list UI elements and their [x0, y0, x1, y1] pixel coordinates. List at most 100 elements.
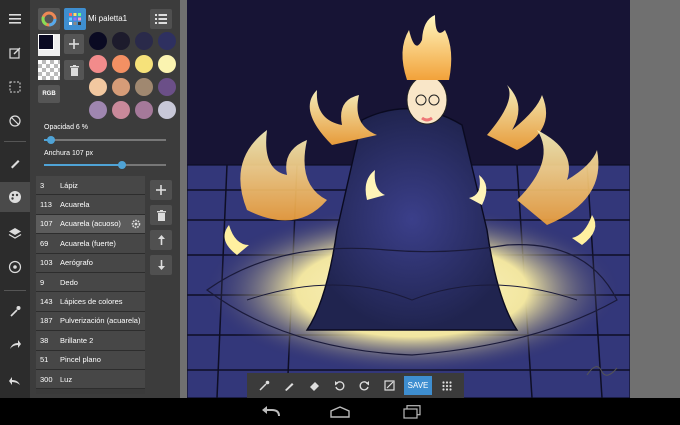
brush-item[interactable]: 51 Pincel plano — [36, 350, 145, 370]
color-swatch[interactable] — [89, 101, 107, 119]
redo-icon[interactable] — [352, 373, 377, 398]
brush-name: Pincel plano — [60, 355, 101, 365]
add-color-button[interactable] — [64, 34, 84, 54]
brush-number: 69 — [40, 238, 49, 248]
brush-item[interactable]: 9 Dedo — [36, 272, 145, 293]
color-swatch[interactable] — [89, 78, 107, 96]
delete-color-button[interactable] — [64, 60, 84, 80]
select-icon[interactable] — [0, 72, 30, 102]
divider — [4, 141, 26, 142]
color-swatch[interactable] — [89, 55, 107, 73]
color-swatch[interactable] — [112, 101, 130, 119]
bottom-toolbar: SAVE — [247, 373, 464, 398]
rgb-button[interactable]: RGB — [38, 85, 60, 103]
brush-item[interactable]: 143 Lápices de colores — [36, 292, 145, 312]
opacity-slider-knob[interactable] — [47, 136, 56, 144]
brush-item[interactable]: 69 Acuarela (fuerte) — [36, 234, 145, 254]
color-swatch[interactable] — [112, 32, 130, 50]
color-swatch[interactable] — [112, 78, 130, 96]
palette-icon[interactable] — [0, 182, 30, 212]
brush-item[interactable]: 107 Acuarela (acuoso) — [36, 214, 145, 235]
brush-item[interactable]: 300 Luz — [36, 369, 145, 390]
grid-menu-icon[interactable] — [434, 373, 459, 398]
palette-grid-icon[interactable] — [64, 8, 86, 30]
brush-number: 187 — [40, 316, 53, 326]
opacity-slider[interactable] — [44, 136, 166, 144]
color-wheel-icon[interactable] — [38, 8, 60, 30]
brush-item[interactable]: 38 Brillante 2 — [36, 331, 145, 351]
artwork-illustration — [187, 0, 630, 398]
divider — [4, 290, 26, 291]
layers-icon[interactable] — [0, 218, 30, 248]
color-swatch[interactable] — [158, 101, 176, 119]
share-icon[interactable] — [0, 330, 30, 360]
move-up-button[interactable] — [150, 230, 172, 250]
brush-number: 38 — [40, 335, 49, 345]
brush-number: 51 — [40, 355, 49, 365]
width-label: Anchura 107 px — [44, 150, 94, 157]
brush-name: Dedo — [60, 277, 78, 287]
color-swatch[interactable] — [89, 32, 107, 50]
brush-name: Lápices de colores — [60, 297, 123, 307]
brush-palette-panel: Mi paletta1 RGB Opacidad 6 % Anchura 107… — [30, 0, 180, 398]
nav-home-icon[interactable] — [328, 402, 352, 421]
secondary-color[interactable] — [38, 34, 60, 56]
color-swatch[interactable] — [158, 78, 176, 96]
brush-item[interactable]: 3 Lápiz — [36, 176, 145, 196]
add-brush-button[interactable] — [150, 180, 172, 200]
brush-name: Lápiz — [60, 180, 78, 190]
nav-recents-icon[interactable] — [400, 402, 424, 421]
primary-color[interactable] — [38, 34, 54, 50]
nav-back-icon[interactable] — [260, 402, 284, 421]
brush-item[interactable]: 187 Pulverización (acuarela) — [36, 311, 145, 332]
brush-number: 3 — [40, 180, 45, 190]
color-swatch[interactable] — [135, 55, 153, 73]
move-down-button[interactable] — [150, 255, 172, 275]
brush-name: Acuarela (acuoso) — [60, 219, 121, 229]
eyedropper-icon[interactable] — [0, 296, 30, 326]
rotate-icon[interactable] — [0, 106, 30, 136]
delete-brush-button[interactable] — [150, 205, 172, 225]
brush-number: 143 — [40, 297, 53, 307]
brush-number: 9 — [40, 277, 45, 287]
canvas-area[interactable] — [180, 0, 680, 398]
opacity-label: Opacidad 6 % — [44, 124, 88, 131]
brush-name: Pulverización (acuarela) — [60, 316, 141, 326]
brush-name: Luz — [60, 374, 73, 384]
brush-icon[interactable] — [0, 148, 30, 178]
eyedropper-tool-icon[interactable] — [252, 373, 277, 398]
brush-name: Acuarela — [60, 200, 90, 210]
palette-name[interactable]: Mi paletta1 — [88, 14, 127, 23]
edit-canvas-icon[interactable] — [0, 38, 30, 68]
pen-tool-icon[interactable] — [277, 373, 302, 398]
undo-icon[interactable] — [327, 373, 352, 398]
width-slider[interactable] — [44, 161, 166, 169]
width-slider-knob[interactable] — [118, 161, 127, 169]
brush-name: Acuarela (fuerte) — [60, 238, 116, 248]
width-slider-fill — [44, 164, 123, 166]
brush-settings-icon[interactable] — [131, 219, 141, 229]
brush-item[interactable]: 113 Acuarela — [36, 195, 145, 215]
settings-icon[interactable] — [0, 252, 30, 282]
color-swatch[interactable] — [158, 32, 176, 50]
color-swatch[interactable] — [135, 32, 153, 50]
save-button[interactable]: SAVE — [404, 376, 432, 395]
brush-number: 113 — [40, 200, 52, 210]
color-swatch[interactable] — [135, 78, 153, 96]
brush-name: Aerógrafo — [60, 258, 93, 268]
palette-list-icon[interactable] — [150, 9, 172, 29]
system-nav-bar — [0, 398, 680, 425]
eraser-tool-icon[interactable] — [302, 373, 327, 398]
color-swatch[interactable] — [112, 55, 130, 73]
color-swatch[interactable] — [135, 101, 153, 119]
artwork-canvas[interactable] — [187, 0, 630, 398]
menu-icon[interactable] — [0, 4, 30, 34]
transparent-color[interactable] — [38, 60, 60, 80]
brush-item[interactable]: 103 Aerógrafo — [36, 253, 145, 273]
color-swatch[interactable] — [158, 55, 176, 73]
transform-icon[interactable] — [377, 373, 402, 398]
brush-name: Brillante 2 — [60, 335, 94, 345]
brush-number: 107 — [40, 219, 53, 229]
back-icon[interactable] — [0, 366, 30, 396]
palette-section: Mi paletta1 RGB — [30, 0, 180, 120]
